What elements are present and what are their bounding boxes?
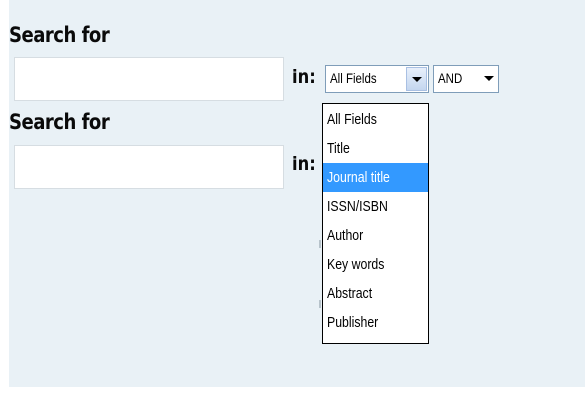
dropdown-option-key-words[interactable]: Key words — [323, 250, 428, 279]
dropdown-option-journal-title[interactable]: Journal title — [323, 163, 428, 192]
search-input-1[interactable] — [14, 57, 284, 101]
in-label-2: in: — [292, 153, 316, 175]
dropdown-arrow-button[interactable] — [406, 67, 427, 91]
hidden-control-edge — [319, 240, 321, 248]
dropdown-option-publisher[interactable]: Publisher — [323, 308, 428, 337]
dropdown-option-author[interactable]: Author — [323, 221, 428, 250]
dropdown-option-title[interactable]: Title — [323, 134, 428, 163]
operator-select-1-value: AND — [438, 70, 463, 86]
dropdown-option-abstract[interactable]: Abstract — [323, 279, 428, 308]
search-for-label-2: Search for — [9, 110, 110, 134]
in-label-1: in: — [292, 66, 316, 88]
field-select-1-value: All Fields — [330, 70, 377, 86]
field-dropdown-list[interactable]: All Fields Title Journal title ISSN/ISBN… — [322, 103, 429, 344]
dropdown-option-issn-isbn[interactable]: ISSN/ISBN — [323, 192, 428, 221]
search-input-2[interactable] — [14, 145, 284, 189]
dropdown-option-all-fields[interactable]: All Fields — [323, 105, 428, 134]
search-for-label-1: Search for — [9, 23, 110, 47]
field-select-1[interactable]: All Fields — [325, 65, 429, 93]
operator-select-1[interactable]: AND — [433, 65, 499, 93]
hidden-control-edge — [319, 300, 321, 308]
chevron-down-icon — [412, 77, 422, 82]
chevron-down-icon — [484, 76, 494, 81]
